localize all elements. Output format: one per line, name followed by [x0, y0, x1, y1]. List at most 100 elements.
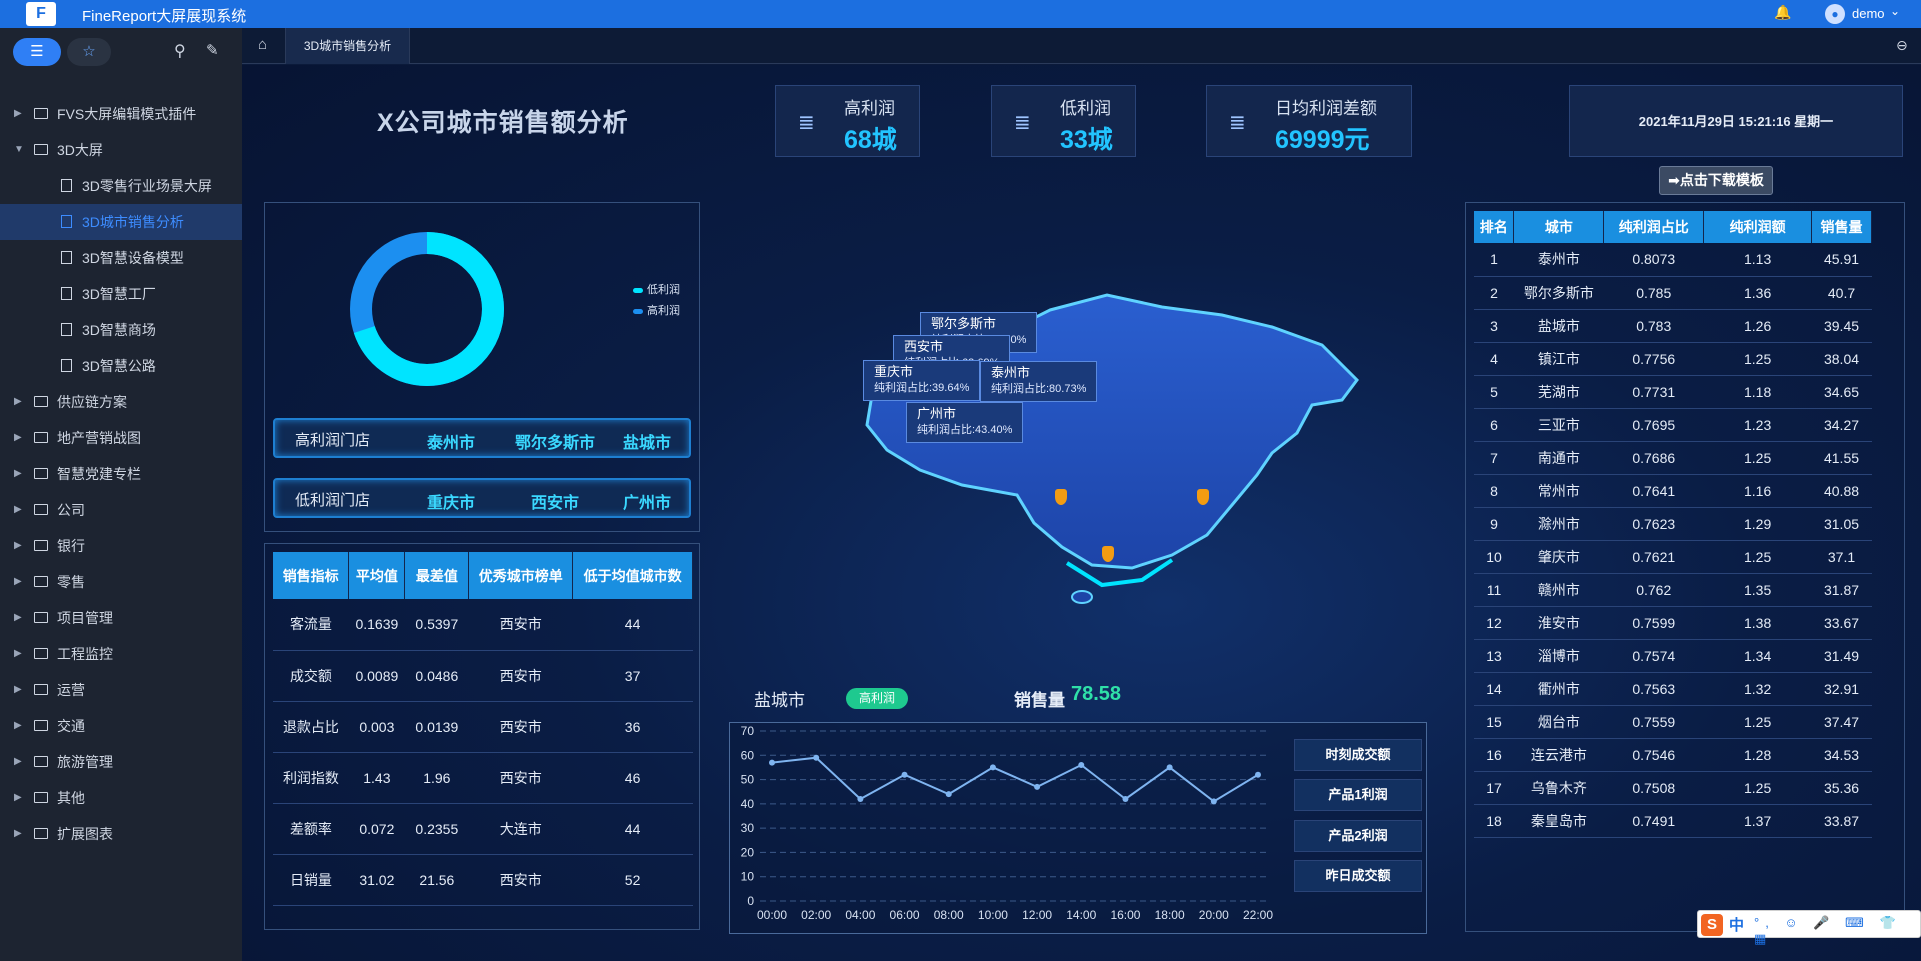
sidebar-folder[interactable]: ▶ 智慧党建专栏 — [0, 456, 242, 492]
caret-right-icon[interactable]: ▶ — [14, 708, 22, 744]
sidebar-folder[interactable]: ▶ 扩展图表 — [0, 816, 242, 852]
favorites-star-icon[interactable]: ☆ — [67, 38, 111, 66]
chart-button-yesterday-turnover[interactable]: 昨日成交额 — [1294, 860, 1422, 892]
table-row[interactable]: 5 芜湖市 0.7731 1.18 34.65 — [1474, 375, 1872, 409]
sidebar-report-item[interactable]: 3D城市销售分析 — [0, 204, 242, 240]
caret-right-icon[interactable]: ▶ — [14, 420, 22, 456]
unpin-icon[interactable]: ✎ — [206, 41, 219, 59]
sidebar-report-item[interactable]: 3D智慧工厂 — [0, 276, 242, 312]
table-row[interactable]: 9 滁州市 0.7623 1.29 31.05 — [1474, 507, 1872, 541]
data-point[interactable] — [901, 771, 908, 778]
caret-down-icon[interactable]: ▼ — [14, 132, 24, 168]
sidebar-report-item[interactable]: 3D智慧商场 — [0, 312, 242, 348]
data-point[interactable] — [1078, 762, 1085, 768]
data-point[interactable] — [1210, 798, 1217, 805]
table-row[interactable]: 成交额 0.0089 0.0486 西安市 37 — [273, 650, 693, 702]
store-city[interactable]: 泰州市 — [427, 429, 475, 453]
chevron-down-icon[interactable]: ⌄ — [1890, 4, 1900, 18]
sidebar-report-item[interactable]: 3D智慧设备模型 — [0, 240, 242, 276]
store-city[interactable]: 西安市 — [531, 489, 579, 513]
username[interactable]: demo — [1852, 6, 1885, 21]
column-header[interactable]: 城市 — [1513, 211, 1605, 243]
sidebar-folder[interactable]: ▶ 工程监控 — [0, 636, 242, 672]
column-header[interactable]: 纯利润占比 — [1603, 211, 1705, 243]
table-row[interactable]: 1 泰州市 0.8073 1.13 45.91 — [1474, 243, 1872, 277]
map-label-taizhou[interactable]: 泰州市 纯利润占比:80.73% — [980, 361, 1098, 402]
data-point[interactable] — [1122, 796, 1129, 802]
column-header[interactable]: 销售指标 — [273, 552, 350, 599]
sidebar-report-item[interactable]: 3D智慧公路 — [0, 348, 242, 384]
column-header[interactable]: 纯利润额 — [1703, 211, 1813, 243]
table-row[interactable]: 利润指数 1.43 1.96 西安市 46 — [273, 752, 693, 804]
ime-logo-icon[interactable]: S — [1701, 914, 1723, 936]
caret-right-icon[interactable]: ▶ — [14, 600, 22, 636]
download-template-button[interactable]: ➡点击下载模板 — [1659, 166, 1773, 195]
bell-icon[interactable]: 🔔 — [1774, 4, 1791, 21]
data-point[interactable] — [1166, 764, 1173, 771]
column-header[interactable]: 最差值 — [404, 552, 470, 599]
caret-right-icon[interactable]: ▶ — [14, 492, 22, 528]
column-header[interactable]: 平均值 — [348, 552, 406, 599]
sidebar-folder[interactable]: ▶ 项目管理 — [0, 600, 242, 636]
sidebar-folder[interactable]: ▶ 运营 — [0, 672, 242, 708]
more-options-icon[interactable]: ⊖ — [1896, 37, 1908, 54]
column-header[interactable]: 优秀城市榜单 — [468, 552, 574, 599]
list-view-icon[interactable]: ☰ — [13, 38, 61, 66]
sidebar-folder[interactable]: ▶ 供应链方案 — [0, 384, 242, 420]
map-pin-icon[interactable] — [1102, 546, 1114, 562]
table-row[interactable]: 16 连云港市 0.7546 1.28 34.53 — [1474, 738, 1872, 772]
data-point[interactable] — [813, 754, 820, 761]
ime-mode-toggle[interactable]: 中 — [1729, 914, 1744, 935]
table-row[interactable]: 6 三亚市 0.7695 1.23 34.27 — [1474, 408, 1872, 442]
table-row[interactable]: 退款占比 0.003 0.0139 西安市 36 — [273, 701, 693, 753]
table-row[interactable]: 日销量 31.02 21.56 西安市 52 — [273, 854, 693, 906]
avatar[interactable]: ● — [1825, 4, 1845, 24]
app-logo[interactable]: F — [26, 2, 56, 26]
table-row[interactable]: 18 秦皇岛市 0.7491 1.37 33.87 — [1474, 804, 1872, 838]
table-row[interactable]: 12 淮安市 0.7599 1.38 33.67 — [1474, 606, 1872, 640]
sidebar-folder[interactable]: ▶ 地产营销战图 — [0, 420, 242, 456]
map-label-guangzhou[interactable]: 广州市 纯利润占比:43.40% — [906, 402, 1024, 443]
store-city[interactable]: 重庆市 — [427, 489, 475, 513]
caret-right-icon[interactable]: ▶ — [14, 456, 22, 492]
data-point[interactable] — [945, 791, 952, 798]
table-row[interactable]: 7 南通市 0.7686 1.25 41.55 — [1474, 441, 1872, 475]
store-city[interactable]: 鄂尔多斯市 — [515, 429, 595, 453]
table-row[interactable]: 13 淄博市 0.7574 1.34 31.49 — [1474, 639, 1872, 673]
table-row[interactable]: 客流量 0.1639 0.5397 西安市 44 — [273, 599, 693, 651]
table-row[interactable]: 11 赣州市 0.762 1.35 31.87 — [1474, 573, 1872, 607]
chart-button-hourly-turnover[interactable]: 时刻成交额 — [1294, 739, 1422, 771]
column-header[interactable]: 销售量 — [1811, 211, 1872, 243]
sidebar-folder[interactable]: ▶ 零售 — [0, 564, 242, 600]
data-point[interactable] — [1034, 783, 1041, 790]
caret-right-icon[interactable]: ▶ — [14, 96, 22, 132]
map-label-chongqing[interactable]: 重庆市 纯利润占比:39.64% — [863, 360, 981, 401]
table-row[interactable]: 差额率 0.072 0.2355 大连市 44 — [273, 803, 693, 855]
table-row[interactable]: 17 乌鲁木齐 0.7508 1.25 35.36 — [1474, 771, 1872, 805]
caret-right-icon[interactable]: ▶ — [14, 744, 22, 780]
caret-right-icon[interactable]: ▶ — [14, 816, 22, 852]
sidebar-folder[interactable]: ▶ 交通 — [0, 708, 242, 744]
ime-tool-icons[interactable]: °, ☺ 🎤 ⌨ 👕 ▦ — [1754, 915, 1920, 947]
chart-button-product2-profit[interactable]: 产品2利润 — [1294, 820, 1422, 852]
caret-right-icon[interactable]: ▶ — [14, 780, 22, 816]
sidebar-folder[interactable]: ▶ FVS大屏编辑模式插件 — [0, 96, 242, 132]
sidebar-folder[interactable]: ▶ 其他 — [0, 780, 242, 816]
table-row[interactable]: 4 镇江市 0.7756 1.25 38.04 — [1474, 342, 1872, 376]
caret-right-icon[interactable]: ▶ — [14, 636, 22, 672]
sidebar-folder[interactable]: ▶ 旅游管理 — [0, 744, 242, 780]
search-icon[interactable]: ⚲ — [174, 41, 186, 61]
data-point[interactable] — [1255, 771, 1261, 778]
data-point[interactable] — [857, 796, 864, 802]
map-pin-icon[interactable] — [1197, 489, 1209, 505]
china-3d-map[interactable] — [802, 285, 1402, 685]
map-pin-icon[interactable] — [1055, 489, 1067, 505]
table-row[interactable]: 15 烟台市 0.7559 1.25 37.47 — [1474, 705, 1872, 739]
store-city[interactable]: 广州市 — [623, 489, 671, 513]
store-city[interactable]: 盐城市 — [623, 429, 671, 453]
table-row[interactable]: 2 鄂尔多斯市 0.785 1.36 40.7 — [1474, 276, 1872, 310]
table-row[interactable]: 10 肇庆市 0.7621 1.25 37.1 — [1474, 540, 1872, 574]
column-header[interactable]: 排名 — [1474, 211, 1515, 243]
caret-right-icon[interactable]: ▶ — [14, 528, 22, 564]
sidebar-folder[interactable]: ▶ 银行 — [0, 528, 242, 564]
